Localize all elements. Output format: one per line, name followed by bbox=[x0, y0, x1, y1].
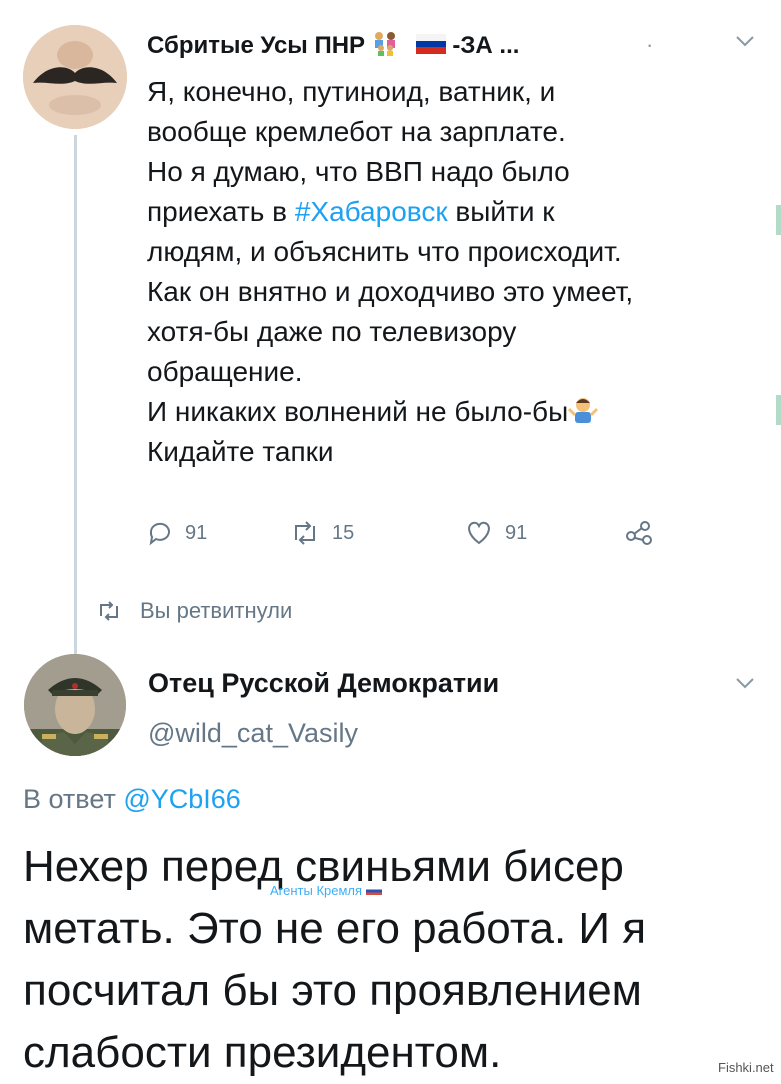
chevron-down-icon[interactable] bbox=[734, 672, 756, 694]
retweet-icon bbox=[295, 521, 315, 545]
site-watermark: Fishki.net bbox=[718, 1060, 774, 1075]
edge-marker bbox=[776, 395, 781, 425]
soldier-portrait-image bbox=[24, 654, 126, 756]
retweet-button[interactable]: 15 bbox=[290, 520, 354, 546]
retweet-icon bbox=[100, 601, 118, 621]
reply-icon bbox=[149, 522, 170, 546]
meta-separator: · bbox=[646, 32, 654, 57]
author-name[interactable]: Отец Русской Демократии bbox=[148, 668, 499, 699]
share-button[interactable] bbox=[625, 520, 665, 546]
russian-flag-icon bbox=[366, 886, 383, 895]
family-emoji-icon bbox=[372, 30, 416, 63]
author-name[interactable]: Сбритые Усы ПНР -ЗА ... bbox=[147, 30, 519, 63]
shrug-emoji-icon bbox=[568, 396, 599, 427]
russian-flag-icon bbox=[415, 33, 446, 61]
tweet-text: Нехер перед свиньями бисер метать. Это н… bbox=[23, 842, 647, 1077]
tweet-text: Я, конечно, путиноид, ватник, и вообще к… bbox=[147, 76, 634, 467]
user-avatar[interactable] bbox=[23, 25, 127, 129]
heart-icon bbox=[468, 521, 490, 545]
like-button[interactable]: 91 bbox=[465, 520, 527, 546]
watermark: Агенты Кремля bbox=[270, 883, 383, 898]
user-avatar[interactable] bbox=[24, 654, 126, 756]
retweeted-note: Вы ретвитнули bbox=[96, 598, 292, 624]
thread-line bbox=[74, 135, 77, 655]
author-handle[interactable]: @wild_cat_Vasily bbox=[148, 718, 358, 749]
reply-mention-link[interactable]: @YCbI66 bbox=[123, 784, 240, 814]
chevron-down-icon[interactable] bbox=[734, 30, 756, 52]
mustache-avatar-image bbox=[23, 25, 127, 129]
edge-marker bbox=[776, 205, 781, 235]
hashtag-link[interactable]: #Хабаровск bbox=[295, 196, 448, 227]
share-icon bbox=[626, 521, 652, 545]
reply-context: В ответ @YCbI66 bbox=[23, 784, 241, 814]
reply-button[interactable]: 91 bbox=[147, 520, 207, 546]
tweet-actions: 91 15 91 bbox=[147, 520, 667, 554]
